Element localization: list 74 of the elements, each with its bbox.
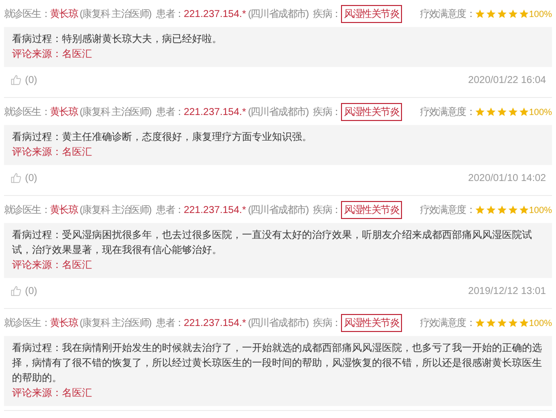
star-icon bbox=[508, 107, 518, 117]
star-icon bbox=[486, 107, 496, 117]
review-date: 2020/01/10 14:02 bbox=[468, 172, 546, 184]
doctor-label: 就诊医生： bbox=[4, 106, 50, 119]
rating-percent: 100% bbox=[528, 318, 552, 328]
rating-label: 疗效满意度： bbox=[420, 8, 475, 21]
review-source: 评论来源：名医汇 bbox=[12, 48, 93, 62]
rating-label: 疗效满意度： bbox=[420, 106, 475, 119]
disease-tag[interactable]: 风湿性关节炎 bbox=[340, 103, 402, 121]
star-icon bbox=[518, 107, 529, 117]
star-icon bbox=[508, 9, 518, 19]
star-icon bbox=[486, 205, 496, 215]
rating-percent: 100% bbox=[528, 9, 552, 19]
thumbs-up-icon bbox=[10, 172, 22, 184]
doctor-name[interactable]: 黄长琼 bbox=[50, 316, 78, 330]
disease-tag[interactable]: 风湿性关节炎 bbox=[340, 201, 402, 219]
review-text: 看病过程：特别感谢黄长琼大夫，病已经好啦。 bbox=[12, 32, 223, 47]
review-source: 评论来源：名医汇 bbox=[12, 258, 93, 273]
review-text: 看病过程：黄主任准确诊断，态度很好，康复理疗方面专业知识强。 bbox=[12, 130, 313, 145]
star-icon bbox=[486, 9, 496, 19]
review-text: 看病过程：受风湿病困扰很多年，也去过很多医院，一直没有太好的治疗效果，听朋友介绍来成都西部痛风风湿医院试试，治疗效果显著，现在我很有信心能够治好。 bbox=[12, 228, 533, 258]
disease-label: 疾病： bbox=[313, 8, 341, 21]
thumbs-up-icon bbox=[10, 285, 22, 297]
star-icon bbox=[474, 318, 485, 328]
star-icon bbox=[496, 9, 507, 19]
doctor-label: 就诊医生： bbox=[4, 316, 50, 330]
doctor-label: 就诊医生： bbox=[4, 204, 50, 217]
review-source: 评论来源：名医汇 bbox=[12, 386, 93, 401]
patient-ip: 221.237.154.* bbox=[184, 204, 246, 216]
doctor-label: 就诊医生： bbox=[4, 8, 50, 21]
star-icon bbox=[474, 205, 485, 215]
department: (康复科 主治医师) bbox=[80, 106, 152, 119]
disease-tag[interactable]: 风湿性关节炎 bbox=[340, 5, 402, 23]
patient-ip: 221.237.154.* bbox=[184, 106, 246, 118]
patient-ip: 221.237.154.* bbox=[184, 8, 246, 20]
star-icon bbox=[508, 205, 518, 215]
star-icon bbox=[496, 107, 507, 117]
star-icon bbox=[518, 9, 529, 19]
rating-label: 疗效满意度： bbox=[420, 316, 475, 330]
patient-location: (四川省成都市) bbox=[248, 316, 308, 330]
star-icon bbox=[474, 9, 485, 19]
star-icon bbox=[496, 205, 507, 215]
review-date: 2019/12/12 13:01 bbox=[468, 286, 546, 296]
star-icon bbox=[496, 318, 507, 328]
rating-label: 疗效满意度： bbox=[420, 204, 475, 217]
patient-label: 患者： bbox=[156, 316, 184, 330]
patient-location: (四川省成都市) bbox=[248, 106, 308, 119]
disease-tag[interactable]: 风湿性关节炎 bbox=[340, 314, 402, 332]
rating-percent: 100% bbox=[528, 205, 552, 215]
doctor-name[interactable]: 黄长琼 bbox=[50, 105, 78, 119]
disease-label: 疾病： bbox=[313, 106, 341, 119]
disease-label: 疾病： bbox=[313, 316, 341, 330]
doctor-name[interactable]: 黄长琼 bbox=[50, 203, 78, 217]
star-icon bbox=[518, 205, 529, 215]
disease-label: 疾病： bbox=[313, 204, 341, 217]
patient-location: (四川省成都市) bbox=[248, 8, 308, 21]
star-icon bbox=[486, 318, 496, 328]
department: (康复科 主治医师) bbox=[80, 316, 152, 330]
thumbs-up-icon bbox=[10, 74, 22, 86]
patient-ip: 221.237.154.* bbox=[184, 318, 246, 328]
department: (康复科 主治医师) bbox=[80, 204, 152, 217]
patient-label: 患者： bbox=[156, 8, 184, 21]
star-icon bbox=[518, 318, 529, 328]
star-icon bbox=[474, 107, 485, 117]
patient-label: 患者： bbox=[156, 106, 184, 119]
star-icon bbox=[508, 318, 518, 328]
review-date: 2020/01/22 16:04 bbox=[468, 74, 546, 86]
review-source: 评论来源：名医汇 bbox=[12, 146, 93, 160]
patient-location: (四川省成都市) bbox=[248, 204, 308, 217]
patient-label: 患者： bbox=[156, 204, 184, 217]
doctor-name[interactable]: 黄长琼 bbox=[50, 7, 78, 21]
rating-percent: 100% bbox=[528, 107, 552, 117]
department: (康复科 主治医师) bbox=[80, 8, 152, 21]
review-text: 看病过程：我在病情刚开始发生的时候就去治疗了，一开始就选的成都西部痛风风湿医院，也多亏了我一开始的正确的选择，病情有了很不错的恢复了，所以经过黄长琼医生的一段时间的帮助，风湿恢复的很不错，所以还是很感谢黄长琼医生的帮助的。 bbox=[12, 342, 543, 386]
